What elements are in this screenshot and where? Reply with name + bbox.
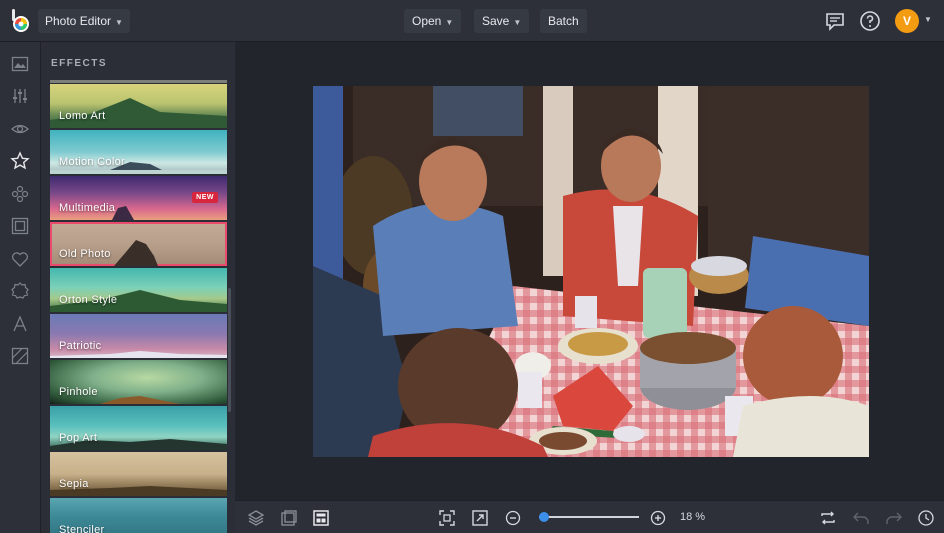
redo-icon[interactable] xyxy=(885,509,903,527)
text-icon[interactable] xyxy=(10,314,30,334)
thumb-edge xyxy=(50,80,227,83)
top-bar: Photo Editor ▼ Open ▼ Save ▼ Batch V ▼ xyxy=(0,0,944,42)
effect-label: Multimedia xyxy=(59,202,116,214)
help-icon[interactable] xyxy=(858,9,882,33)
tool-rail xyxy=(0,42,41,533)
app-menu-dropdown[interactable]: Photo Editor ▼ xyxy=(38,9,130,33)
fit-screen-icon[interactable] xyxy=(438,509,456,527)
effect-label: Sepia xyxy=(59,478,89,490)
zoom-out-icon[interactable] xyxy=(504,509,522,527)
panel-scrollbar[interactable] xyxy=(228,288,231,412)
swap-icon[interactable] xyxy=(819,509,837,527)
batch-button[interactable]: Batch xyxy=(540,9,587,33)
effect-label: Motion Color xyxy=(59,156,125,168)
undo-icon[interactable] xyxy=(852,509,870,527)
effect-orton-style[interactable]: Orton Style xyxy=(50,268,227,312)
effect-lomo-art[interactable]: Lomo Art xyxy=(50,84,227,128)
chevron-down-icon: ▼ xyxy=(445,18,454,27)
badge-icon[interactable] xyxy=(10,281,30,301)
chevron-down-icon: ▼ xyxy=(513,18,522,27)
effect-old-photo[interactable]: Old Photo xyxy=(50,222,227,266)
star-icon[interactable] xyxy=(10,151,30,171)
save-label: Save xyxy=(482,14,510,28)
app-logo[interactable] xyxy=(9,8,33,34)
open-label: Open xyxy=(412,14,442,28)
new-badge: NEW xyxy=(192,192,218,203)
zoom-in-icon[interactable] xyxy=(649,509,667,527)
effect-motion-color[interactable]: Motion Color xyxy=(50,130,227,174)
image-icon[interactable] xyxy=(10,54,30,74)
effect-pop-art[interactable]: Pop Art xyxy=(50,406,227,450)
crop-overlay-icon[interactable] xyxy=(280,509,298,527)
effect-multimedia[interactable]: Multimedia NEW xyxy=(50,176,227,220)
panel-title: EFFECTS xyxy=(51,58,108,69)
editor-canvas[interactable] xyxy=(235,42,944,500)
chevron-down-icon[interactable]: ▼ xyxy=(924,15,932,24)
frame-icon[interactable] xyxy=(10,216,30,236)
zoom-percentage: 18 % xyxy=(680,511,706,523)
chevron-down-icon: ▼ xyxy=(115,18,123,27)
history-icon[interactable] xyxy=(917,509,935,527)
flower-icon[interactable] xyxy=(10,184,30,204)
texture-icon[interactable] xyxy=(10,346,30,366)
layers-icon[interactable] xyxy=(247,509,265,527)
eye-icon[interactable] xyxy=(10,119,30,139)
effect-stenciler[interactable]: Stenciler xyxy=(50,498,227,533)
effect-label: Stenciler xyxy=(59,524,105,533)
effect-label: Patriotic xyxy=(59,340,102,352)
effects-panel: EFFECTS Lomo Art Motion Color Multimedia… xyxy=(41,42,235,533)
zoom-slider-thumb[interactable] xyxy=(539,512,549,522)
effect-patriotic[interactable]: Patriotic xyxy=(50,314,227,358)
effect-pinhole[interactable]: Pinhole xyxy=(50,360,227,404)
heart-icon[interactable] xyxy=(10,249,30,269)
chat-icon[interactable] xyxy=(823,9,847,33)
avatar[interactable]: V xyxy=(895,9,919,33)
layout-icon[interactable] xyxy=(312,509,330,527)
effect-label: Orton Style xyxy=(59,294,118,306)
save-button[interactable]: Save ▼ xyxy=(474,9,530,33)
effect-sepia[interactable]: Sepia xyxy=(50,452,227,496)
zoom-slider-track[interactable] xyxy=(539,516,639,518)
photo-image[interactable] xyxy=(313,86,869,457)
expand-icon[interactable] xyxy=(471,509,489,527)
batch-label: Batch xyxy=(548,14,579,28)
effect-label: Pop Art xyxy=(59,432,98,444)
app-menu-label: Photo Editor xyxy=(45,14,112,28)
effect-label: Old Photo xyxy=(59,248,111,260)
effect-label: Lomo Art xyxy=(59,110,106,122)
effect-label: Pinhole xyxy=(59,386,98,398)
sliders-icon[interactable] xyxy=(10,86,30,106)
open-button[interactable]: Open ▼ xyxy=(404,9,462,33)
